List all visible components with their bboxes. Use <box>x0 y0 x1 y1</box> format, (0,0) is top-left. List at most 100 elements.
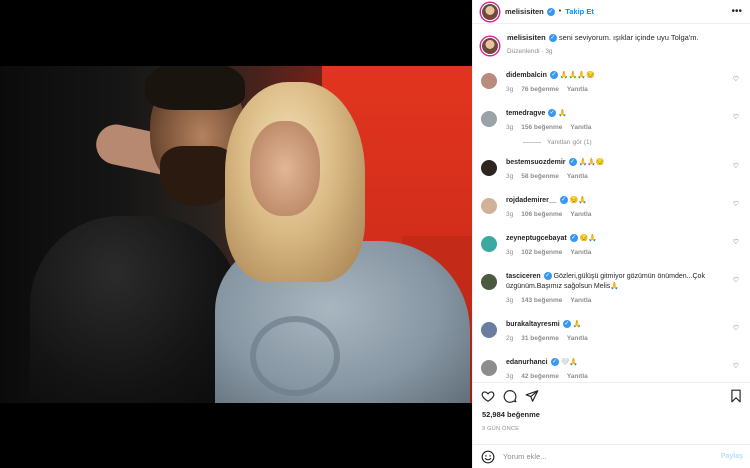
verified-icon: ✓ <box>543 272 552 281</box>
comment-username[interactable]: rojdademirer__ <box>506 197 557 204</box>
comment-likes[interactable]: 102 beğenme <box>521 249 562 256</box>
heart-icon[interactable] <box>481 389 495 403</box>
reply-button[interactable]: Yanıtla <box>570 249 591 256</box>
more-icon[interactable]: ••• <box>731 6 742 17</box>
comment-text: 😔🙏 <box>569 197 587 204</box>
emoji-icon[interactable] <box>481 450 495 464</box>
reply-button[interactable]: Yanıtla <box>567 335 588 342</box>
verified-icon: ✓ <box>548 109 557 118</box>
likes-count[interactable]: 52,984 beğenme <box>482 410 540 419</box>
verified-icon: ✓ <box>548 34 557 43</box>
reply-button[interactable]: Yanıtla <box>567 173 588 180</box>
follow-button[interactable]: Takip Et <box>565 7 594 16</box>
comment-age: 3g <box>506 86 514 93</box>
caption-avatar[interactable] <box>481 37 499 55</box>
comment-avatar[interactable] <box>481 236 497 252</box>
comment-username[interactable]: zeyneptugcebayat <box>506 235 567 242</box>
comment-avatar[interactable] <box>481 111 497 127</box>
comment-item: didembalcin ✓ 🙏🙏🙏😔 3g 76 beğenme Yanıtla ♡ <box>481 71 743 95</box>
comment-heart-icon[interactable]: ♡ <box>733 200 739 208</box>
comment-likes[interactable]: 106 beğenme <box>521 211 562 218</box>
comment-heart-icon[interactable]: ♡ <box>733 162 739 170</box>
comment-age: 3g <box>506 249 514 256</box>
comment-likes[interactable]: 42 beğenme <box>521 373 559 380</box>
verified-icon: ✓ <box>559 196 568 205</box>
comment-heart-icon[interactable]: ♡ <box>733 75 739 83</box>
bookmark-icon[interactable] <box>729 389 743 403</box>
comment-likes[interactable]: 76 beğenme <box>521 86 559 93</box>
verified-icon: ✓ <box>568 158 577 167</box>
author-username[interactable]: melisisiten <box>505 7 544 16</box>
comment-item: temedragve ✓ 🙏 3g 156 beğenme Yanıtla ♡ <box>481 109 743 133</box>
comment-age: 3g <box>506 173 514 180</box>
post-actions <box>473 386 750 406</box>
comment-heart-icon[interactable]: ♡ <box>733 324 739 332</box>
reply-button[interactable]: Yanıtla <box>567 373 588 380</box>
comment-text: 🙏🙏😔 <box>578 159 605 166</box>
verified-icon: ✓ <box>569 234 578 243</box>
comment-age: 3g <box>506 211 514 218</box>
comment-item: burakaltayresmi ✓ 🙏 2g 31 beğenme Yanıtla ♡ <box>481 320 743 344</box>
verified-icon: ✓ <box>550 358 559 367</box>
comment-avatar[interactable] <box>481 198 497 214</box>
comment-text: 😔🙏 <box>579 235 598 242</box>
caption-age: 3g <box>545 48 553 55</box>
reply-button[interactable]: Yanıtla <box>570 297 591 304</box>
comment-text: 🙏 <box>558 110 567 117</box>
comment-text: 🤍🙏 <box>560 359 579 366</box>
comment-age: 3g <box>506 373 514 380</box>
post-header: melisisiten ✓ • Takip Et ••• <box>473 0 750 24</box>
comment-likes[interactable]: 156 beğenme <box>521 124 562 131</box>
comment-heart-icon[interactable]: ♡ <box>733 276 739 284</box>
instagram-post-view: melisisiten ✓ • Takip Et ••• melisisiten… <box>0 0 750 468</box>
post-time: 3 GÜN ÖNCE <box>482 426 520 432</box>
comment-avatar[interactable] <box>481 360 497 376</box>
post-photo[interactable] <box>0 66 472 403</box>
reply-button[interactable]: Yanıtla <box>570 124 591 131</box>
comment-username[interactable]: tasciceren <box>506 273 541 280</box>
author-avatar[interactable] <box>481 2 499 21</box>
comment-likes[interactable]: 143 beğenme <box>521 297 562 304</box>
reply-button[interactable]: Yanıtla <box>567 86 588 93</box>
post-comment-button[interactable]: Paylaş <box>721 453 743 460</box>
comment-text: 🙏 <box>572 321 582 328</box>
comment-username[interactable]: didembalcin <box>506 72 547 79</box>
view-replies-button[interactable]: Yanıtları gör (1) <box>523 139 743 146</box>
caption-username[interactable]: melisisiten <box>507 33 546 42</box>
comment-input[interactable] <box>503 452 721 461</box>
view-replies-label[interactable]: Yanıtları gör (1) <box>547 139 592 146</box>
comment-likes[interactable]: 31 beğenme <box>521 335 559 342</box>
post-sidebar: melisisiten ✓ • Takip Et ••• melisisiten… <box>472 0 750 468</box>
comment-avatar[interactable] <box>481 322 497 338</box>
comment-item: rojdademirer__ ✓ 😔🙏 3g 106 beğenme Yanıtla ♡ <box>481 196 743 220</box>
comment-icon[interactable] <box>503 389 517 403</box>
verified-icon: ✓ <box>549 71 558 80</box>
comments-list[interactable]: melisisiten ✓ seni seviyorum. ışıklar içi… <box>473 25 750 383</box>
comment-username[interactable]: burakaltayresmi <box>506 321 560 328</box>
comment-item: edanurhanci ✓ 🤍🙏 3g 42 beğenme Yanıtla ♡ <box>481 358 743 382</box>
comment-heart-icon[interactable]: ♡ <box>733 238 739 246</box>
comment-age: 3g <box>506 297 514 304</box>
separator-dot: • <box>558 8 562 15</box>
comment-username[interactable]: temedragve <box>506 110 545 117</box>
replies-line <box>523 141 541 143</box>
reply-button[interactable]: Yanıtla <box>570 211 591 218</box>
verified-icon: ✓ <box>562 320 571 329</box>
comment-avatar[interactable] <box>481 160 497 176</box>
post-caption: melisisiten ✓ seni seviyorum. ışıklar içi… <box>481 33 743 57</box>
comment-heart-icon[interactable]: ♡ <box>733 113 739 121</box>
comment-username[interactable]: edanurhanci <box>506 359 548 366</box>
comment-likes[interactable]: 58 beğenme <box>521 173 559 180</box>
comment-age: 3g <box>506 124 514 131</box>
comment-avatar[interactable] <box>481 73 497 89</box>
post-media-pane <box>0 0 472 468</box>
verified-icon: ✓ <box>546 7 555 16</box>
comment-avatar[interactable] <box>481 274 497 290</box>
comment-heart-icon[interactable]: ♡ <box>733 362 739 370</box>
caption-edited: Düzenlendi <box>507 48 540 55</box>
comment-username[interactable]: bestemsuozdemir <box>506 159 566 166</box>
share-icon[interactable] <box>525 389 539 403</box>
comment-text: 🙏🙏🙏😔 <box>559 72 595 79</box>
comment-item: bestemsuozdemir ✓ 🙏🙏😔 3g 58 beğenme Yanıtla ♡ <box>481 158 743 182</box>
add-comment-bar: Paylaş <box>473 444 750 468</box>
